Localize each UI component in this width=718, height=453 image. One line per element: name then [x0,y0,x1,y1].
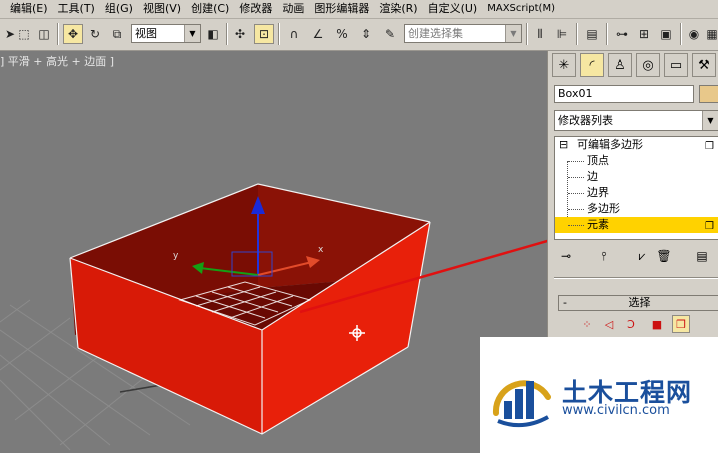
select-and-scale-icon[interactable]: ⧉ [107,24,127,44]
pin-stack-icon[interactable]: ⊸ [556,246,576,266]
menu-tools[interactable]: 工具(T) [53,0,100,18]
toolbar-separator [526,23,528,45]
main-toolbar: ➤ ⬚ ◫ ✥ ↻ ⧉ 视图 ▼ ◧ ✣ ⊡ ∩ ∠ % ⇕ ✎ 创建选择集 ▼… [0,19,718,51]
border-mode-icon[interactable]: Ↄ [622,315,640,333]
modifier-list-label: 修改器列表 [558,114,613,127]
schematic-view-icon[interactable]: ⊞ [634,24,654,44]
rect-selection-region-icon[interactable]: ⬚ [14,24,34,44]
toolbar-separator [226,23,228,45]
window-crossing-icon[interactable]: ◫ [34,24,54,44]
snap-toggle-icon[interactable]: ∩ [284,24,304,44]
gizmo-x-label: x [318,245,324,255]
angle-snap-icon[interactable]: ∠ [308,24,328,44]
object-name-value: Box01 [558,87,593,100]
show-end-result-toggle-icon[interactable]: ⫯ [594,246,614,266]
chevron-down-icon: ▼ [184,25,200,42]
menu-animation[interactable]: 动画 [277,0,309,18]
configure-modifier-sets-icon[interactable]: ▤ [692,246,712,266]
reference-coordinate-dropdown[interactable]: 视图 ▼ [131,24,201,43]
rollout-title: 选择 [628,296,651,309]
stack-item-edge[interactable]: 边 [555,169,718,185]
stack-item-polygon[interactable]: 多边形 [555,201,718,217]
render-setup-icon[interactable]: ◉ [684,24,704,44]
chevron-down-icon: ▼ [505,25,521,42]
viewport-scene: y x [0,183,547,451]
modify-tab-icon[interactable]: ◜ [580,53,604,77]
subobject-selection-buttons: ⁘ ◁ Ↄ ■ ❒ [578,315,718,335]
object-color-swatch[interactable] [699,85,718,103]
menu-views[interactable]: 视图(V) [138,0,186,18]
toolbar-separator [278,23,280,45]
menu-rendering[interactable]: 渲染(R) [374,0,422,18]
stack-item-label: 边 [587,170,598,183]
stack-item-element[interactable]: 元素 ❒ [555,217,718,233]
pivot-center-icon[interactable]: ◧ [203,24,223,44]
civilcn-logo-icon [492,380,551,428]
toolbar-separator [57,23,59,45]
named-selection-dropdown[interactable]: 创建选择集 ▼ [404,24,522,43]
modifier-stack: ⊟ 可编辑多边形 ❒ 顶点 边 边界 多边形 元素 ❒ [554,136,718,240]
curve-editor-icon[interactable]: ⊶ [612,24,632,44]
collapse-toggle-icon[interactable]: ⊟ [559,137,568,153]
stack-item-label: 元素 [587,218,609,231]
menu-graph-editors[interactable]: 图形编辑器 [309,0,374,18]
menu-modifiers[interactable]: 修改器 [234,0,277,18]
select-and-manipulate-icon[interactable]: ✣ [230,24,250,44]
stack-item-label: 可编辑多边形 [577,138,643,151]
stack-item-vertex[interactable]: 顶点 [555,153,718,169]
percent-snap-icon[interactable]: % [332,24,352,44]
mirror-icon[interactable]: ⫴ [530,24,550,44]
edit-named-selection-icon[interactable]: ✎ [380,24,400,44]
edge-mode-icon[interactable]: ◁ [600,315,618,333]
menu-group[interactable]: 组(G) [100,0,138,18]
select-and-move-icon[interactable]: ✥ [63,24,83,44]
render-frame-icon[interactable]: ▦ [702,24,718,44]
show-end-result-icon[interactable]: ❒ [705,219,714,235]
named-selection-placeholder: 创建选择集 [408,27,463,40]
command-panel-tabs: ✳ ◜ ♙ ◎ ▭ ⚒ [548,51,718,79]
reference-coordinate-value: 视图 [135,27,157,40]
selection-rollout-header[interactable]: - 选择 [558,295,718,311]
toolbar-separator [680,23,682,45]
vertex-mode-icon[interactable]: ⁘ [578,315,596,333]
remove-modifier-icon[interactable]: 🗑 [654,246,674,266]
stack-item-label: 多边形 [587,202,620,215]
material-editor-icon[interactable]: ▣ [656,24,676,44]
perspective-viewport[interactable]: ] 平滑 + 高光 + 边面 ] y x [0,51,547,453]
gizmo-y-label: y [173,251,179,261]
layer-manager-icon[interactable]: ▤ [582,24,602,44]
panel-divider [554,277,718,279]
spinner-snap-icon[interactable]: ⇕ [356,24,376,44]
watermark-url: www.civilcn.com [562,403,670,418]
utilities-tab-icon[interactable]: ⚒ [692,53,716,77]
motion-tab-icon[interactable]: ◎ [636,53,660,77]
menu-create[interactable]: 创建(C) [186,0,234,18]
hierarchy-tab-icon[interactable]: ♙ [608,53,632,77]
element-mode-icon[interactable]: ❒ [672,315,690,333]
site-watermark: 土木工程网 www.civilcn.com [480,337,718,453]
select-and-rotate-icon[interactable]: ↻ [85,24,105,44]
toolbar-separator [576,23,578,45]
stack-item-label: 顶点 [587,154,609,167]
menu-customize[interactable]: 自定义(U) [423,0,483,18]
object-name-field[interactable]: Box01 [554,85,694,103]
align-icon[interactable]: ⊫ [552,24,572,44]
stack-item-label: 边界 [587,186,609,199]
polygon-mode-icon[interactable]: ■ [648,315,666,333]
make-unique-icon[interactable]: ⩗ [632,246,652,266]
modifier-list-dropdown[interactable]: 修改器列表 ▼ [554,110,718,131]
stack-toolbar: ⊸ ⫯ ⩗ 🗑 ▤ [554,245,718,267]
menu-maxscript[interactable]: MAXScript(M) [482,0,560,18]
chevron-down-icon: ▼ [702,111,718,130]
create-tab-icon[interactable]: ✳ [552,53,576,77]
display-tab-icon[interactable]: ▭ [664,53,688,77]
stack-item-editable-poly[interactable]: ⊟ 可编辑多边形 ❒ [555,137,718,153]
stack-item-border[interactable]: 边界 [555,185,718,201]
toolbar-separator [606,23,608,45]
menu-bar: 编辑(E) 工具(T) 组(G) 视图(V) 创建(C) 修改器 动画 图形编辑… [0,0,718,19]
menu-edit[interactable]: 编辑(E) [0,0,53,18]
keyboard-shortcut-override-icon[interactable]: ⊡ [254,24,274,44]
